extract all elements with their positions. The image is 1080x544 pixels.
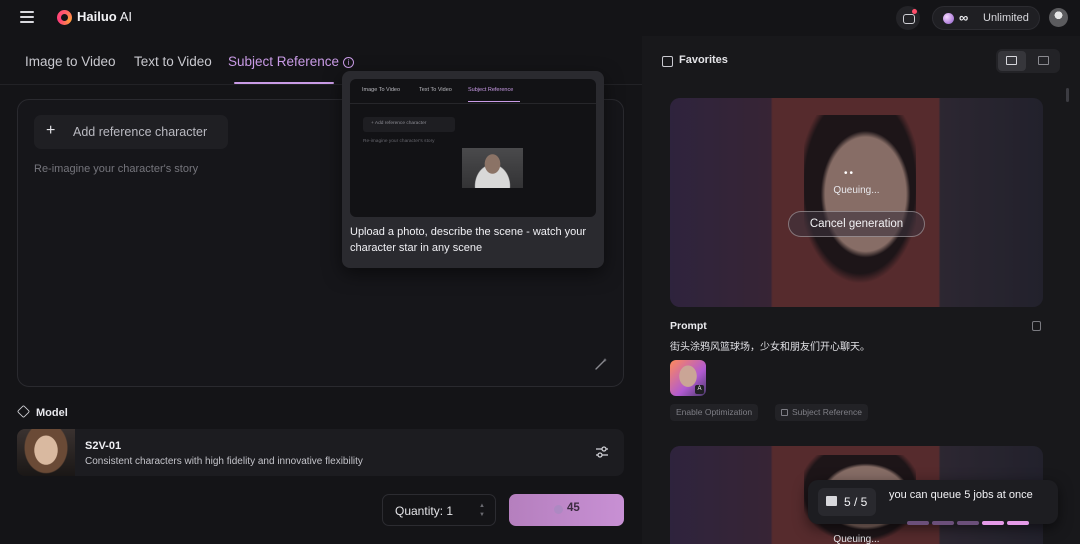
queue-progress-bars (907, 512, 1032, 530)
brand-name[interactable]: Hailuo AI (77, 9, 132, 24)
tab-image-to-video[interactable]: Image to Video (25, 54, 116, 69)
preview-divider (350, 103, 596, 104)
infinity-icon: ∞ (959, 10, 969, 25)
tab-text-to-video[interactable]: Text to Video (134, 54, 212, 69)
stepper-arrows-icon[interactable]: ▲ ▼ (479, 502, 485, 520)
model-description: Consistent characters with high fidelity… (85, 456, 363, 467)
queue-limit-toast: 5 / 5 you can queue 5 jobs at once (808, 480, 1058, 525)
tooltip-text: Upload a photo, describe the scene - wat… (350, 226, 587, 254)
loading-indicator-icon: •• (844, 168, 856, 179)
chip-enable-optimization: Enable Optimization (670, 404, 759, 421)
model-name: S2V-01 (85, 440, 122, 452)
reference-badge-icon: A (695, 385, 704, 394)
add-reference-label: Add reference character (73, 125, 208, 139)
preview-tab: Subject Reference (468, 87, 514, 93)
copy-icon[interactable] (1032, 321, 1041, 331)
tooltip-preview-image: Image To Video Text To Video Subject Ref… (350, 79, 596, 217)
video-overlay (670, 98, 1043, 307)
prompt-text: 街头涂鸦风篮球场，少女和朋友们开心聊天。 (670, 342, 870, 353)
preview-tab: Image To Video (362, 87, 401, 93)
chip-subject-reference: Subject Reference (775, 404, 868, 421)
grid-view-icon (1038, 56, 1049, 65)
queue-bar (907, 521, 929, 525)
queue-bar (957, 521, 979, 525)
list-view-button[interactable] (998, 51, 1026, 71)
gem-icon (943, 13, 954, 24)
tab-subject-reference[interactable]: Subject Reference i (228, 54, 355, 69)
magic-wand-icon[interactable] (594, 357, 608, 371)
model-section-label: Model (16, 404, 68, 419)
plan-badge[interactable]: ∞ Unlimited (932, 6, 1040, 30)
user-avatar[interactable] (1049, 8, 1068, 27)
hailuo-logo-icon[interactable] (57, 10, 72, 25)
favorites-checkbox[interactable] (662, 56, 673, 67)
preview-hint: Re-imagine your character's story (363, 139, 435, 144)
preview-tab-indicator (468, 101, 520, 102)
notification-robot-icon[interactable] (896, 6, 920, 30)
notification-dot (912, 9, 917, 14)
grid-view-button[interactable] (1030, 51, 1058, 71)
plus-icon: + (46, 122, 56, 139)
queue-status: Queuing... (833, 534, 880, 544)
generate-cost: 45 (567, 502, 580, 514)
hamburger-menu-icon[interactable] (20, 11, 34, 23)
subject-reference-tooltip: Image To Video Text To Video Subject Ref… (342, 71, 604, 268)
results-panel: Favorites •• Queuing... Cancel generatio… (642, 36, 1080, 544)
add-reference-character-button[interactable]: + Add reference character (34, 115, 228, 149)
quantity-label: Quantity: 1 (395, 504, 454, 518)
generate-button[interactable]: 45 (509, 494, 624, 526)
prompt-title: Prompt (670, 320, 707, 332)
preview-add-label: + Add reference character (371, 121, 427, 126)
reference-image-thumbnail[interactable]: A (670, 360, 706, 396)
queue-bar (932, 521, 954, 525)
cancel-generation-button[interactable]: Cancel generation (788, 211, 925, 237)
video-card-queued[interactable]: •• Queuing... Cancel generation (670, 98, 1043, 307)
info-icon[interactable]: i (343, 57, 355, 68)
view-toggle (996, 49, 1060, 73)
queue-count-box: 5 / 5 (818, 488, 876, 516)
model-thumbnail (17, 429, 75, 476)
clapperboard-icon (826, 496, 837, 506)
queue-count: 5 / 5 (844, 495, 868, 509)
top-bar: Hailuo AI ∞ Unlimited (0, 0, 1080, 36)
quantity-stepper[interactable]: Quantity: 1 ▲ ▼ (382, 494, 496, 526)
queue-bar (1007, 521, 1029, 525)
cube-icon (16, 404, 31, 419)
list-view-icon (1006, 56, 1017, 65)
favorites-label[interactable]: Favorites (679, 54, 728, 66)
queue-bar (982, 521, 1004, 525)
plan-label: Unlimited (983, 12, 1029, 24)
credit-coin-icon (554, 505, 563, 514)
queue-status: Queuing... (833, 185, 880, 196)
scrollbar-thumb[interactable] (1066, 88, 1069, 102)
preview-photo (462, 148, 523, 188)
model-selector[interactable]: S2V-01 Consistent characters with high f… (17, 429, 624, 476)
sliders-settings-icon[interactable] (595, 445, 609, 459)
queue-message: you can queue 5 jobs at once (889, 489, 1033, 501)
image-icon (781, 409, 788, 416)
preview-tab: Text To Video (419, 87, 452, 93)
